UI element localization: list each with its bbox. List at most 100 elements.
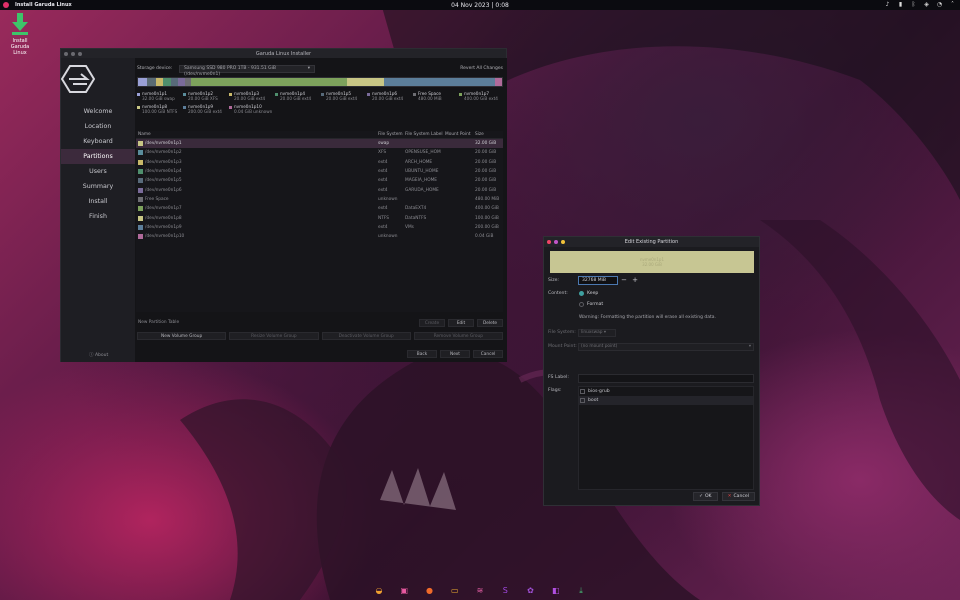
firedragon-icon[interactable]: ● [424,585,436,597]
create-button[interactable]: Create [419,318,445,327]
legend-swatch [183,105,186,109]
format-warning: Warning: Formatting the partition will e… [579,315,716,320]
col-name[interactable]: Name [136,132,378,137]
nav-item-partitions[interactable]: Partitions [61,149,135,164]
nav-item-keyboard[interactable]: Keyboard [61,134,135,149]
nav-item-summary[interactable]: Summary [61,179,135,194]
table-row[interactable]: /dev/nvme0n1p5 ext4 MAGEIA_HOME 20.00 GiB [136,176,503,185]
audio-icon[interactable]: ♪ [884,1,891,8]
next-button[interactable]: Next [440,350,470,358]
legend-item: nvme0n1p10 0.04 GiB unknown [229,104,275,114]
new-partition-table-button[interactable]: New Partition Table [138,320,179,325]
mount-point-select[interactable]: (no mount point) ▾ [578,343,754,351]
col-fs-label[interactable]: File System Label [405,132,445,137]
table-row[interactable]: /dev/nvme0n1p10 unknown 0.04 GiB [136,232,503,241]
nav-item-install[interactable]: Install [61,194,135,209]
file-system-select[interactable]: linuxswap ▾ [578,329,616,337]
store-icon[interactable]: ◧ [550,585,562,597]
nav-item-users[interactable]: Users [61,164,135,179]
dialog-close-button[interactable] [547,240,551,244]
legend-swatch [459,92,462,96]
installer-steps: Welcome Location Keyboard Partitions Users Su… [61,104,135,224]
table-row[interactable]: /dev/nvme0n1p3 ext4 ARCH_HOME 20.00 GiB [136,158,503,167]
system-monitor-icon[interactable]: ≋ [474,585,486,597]
table-row[interactable]: Free Space unknown 480.00 MiB [136,195,503,204]
radio-unchecked-icon [579,302,584,307]
flags-list: bios-grub boot [578,386,754,490]
format-radio[interactable]: Format [579,302,603,307]
partition-color-swatch [138,196,143,202]
dialog-cancel-button[interactable]: ✕ Cancel [721,492,755,501]
cell-fs: ext4 [378,224,388,230]
storage-device-select[interactable]: Samsung SSD 980 PRO 1TB - 931.51 GiB (/d… [179,64,315,77]
maximize-button[interactable] [78,51,82,56]
chevron-up-icon[interactable]: ˄ [949,1,956,8]
table-row[interactable]: /dev/nvme0n1p6 ext4 GARUDA_HOME 20.00 GiB [136,185,503,194]
back-button[interactable]: Back [407,350,437,358]
new-volume-group-button[interactable]: New Volume Group [137,332,227,340]
cancel-button[interactable]: Cancel [473,350,503,358]
partition-name: /dev/nvme0n1p7 [145,206,182,212]
bluetooth-icon[interactable]: ᛒ [910,1,917,8]
software-icon[interactable]: S [499,585,511,597]
nav-item-welcome[interactable]: Welcome [61,104,135,119]
col-mount-point[interactable]: Mount Point [445,132,475,137]
network-icon[interactable]: ◈ [923,1,930,8]
legend-swatch [229,92,232,96]
table-row[interactable]: /dev/nvme0n1p4 ext4 UBUNTU_HOME 20.00 GiB [136,167,503,176]
battery-icon[interactable]: ▮ [897,1,904,8]
nav-item-location[interactable]: Location [61,119,135,134]
col-size[interactable]: Size [475,132,503,137]
resize-volume-group-button[interactable]: Resize Volume Group [229,332,319,340]
checkbox-icon [580,389,585,394]
terminal-icon[interactable]: ▣ [398,585,410,597]
settings-icon[interactable]: ✿ [525,585,537,597]
table-row[interactable]: /dev/nvme0n1p7 ext4 DataEXT4 400.00 GiB [136,204,503,213]
legend-item: Free Space 480.00 MiB [413,91,459,101]
wizard-footer: Back Next Cancel [407,350,503,358]
fs-label-input[interactable] [578,374,754,383]
legend-detail: 20.00 GiB ext4 [372,96,404,101]
remove-volume-group-button[interactable]: Remove Volume Group [413,332,503,340]
revert-all-changes-button[interactable]: Revert All Changes [460,66,503,71]
garuda-settings-icon[interactable]: ◒ [373,585,385,597]
partition-name: /dev/nvme0n1p8 [145,215,182,221]
keep-radio[interactable]: Keep [579,291,598,296]
cell-label: MAGEIA_HOME [405,178,438,184]
edit-button[interactable]: Edit [448,318,474,327]
garuda-menu-icon[interactable] [3,2,9,8]
cell-fs: ext4 [378,187,388,193]
mount-point-label: Mount Point: [548,344,577,349]
notifications-icon[interactable]: ◔ [936,1,943,8]
partition-table: Name File System File System Label Mount… [136,131,503,312]
dialog-maximize-button[interactable] [561,240,565,244]
clock[interactable]: 04 Nov 2023 | 0:08 [0,2,960,9]
table-row[interactable]: /dev/nvme0n1p8 NTFS DataNTFS 100.00 GiB [136,213,503,222]
flag-bios-grub[interactable]: bios-grub [579,387,753,396]
table-row[interactable]: /dev/nvme0n1p9 ext4 VMs 200.00 GiB [136,223,503,232]
size-decrease-button[interactable]: − [620,276,628,285]
partition-name: /dev/nvme0n1p1 [145,141,182,147]
installer-icon[interactable]: ⤓ [575,585,587,597]
table-row[interactable]: /dev/nvme0n1p2 XFS OPENSUSE_HOM 20.00 GiB [136,148,503,157]
delete-button[interactable]: Delete [477,318,503,327]
close-button[interactable] [64,51,68,56]
ok-button[interactable]: ✓ OK [693,492,718,501]
table-row[interactable]: /dev/nvme0n1p1 swap 32.00 GiB [136,139,503,149]
legend-detail: 20.00 GiB ext4 [234,96,266,101]
flag-boot[interactable]: boot [579,396,753,405]
deactivate-volume-group-button[interactable]: Deactivate Volume Group [321,332,411,340]
desktop-icon-install-garuda[interactable]: Install Garuda Linux [4,13,36,56]
partition-color-swatch [138,159,143,165]
partition-color-swatch [138,150,143,156]
minimize-button[interactable] [71,51,75,56]
nav-item-finish[interactable]: Finish [61,209,135,224]
size-increase-button[interactable]: + [631,276,639,285]
dialog-titlebar[interactable]: Edit Existing Partition [544,237,759,247]
about-button[interactable]: ⓘ About [89,352,108,358]
files-icon[interactable]: ▭ [449,585,461,597]
installer-titlebar[interactable]: Garuda Linux Installer [61,49,506,58]
dialog-minimize-button[interactable] [554,240,558,244]
size-input[interactable]: 32768 MiB [578,276,618,285]
col-file-system[interactable]: File System [378,132,405,137]
